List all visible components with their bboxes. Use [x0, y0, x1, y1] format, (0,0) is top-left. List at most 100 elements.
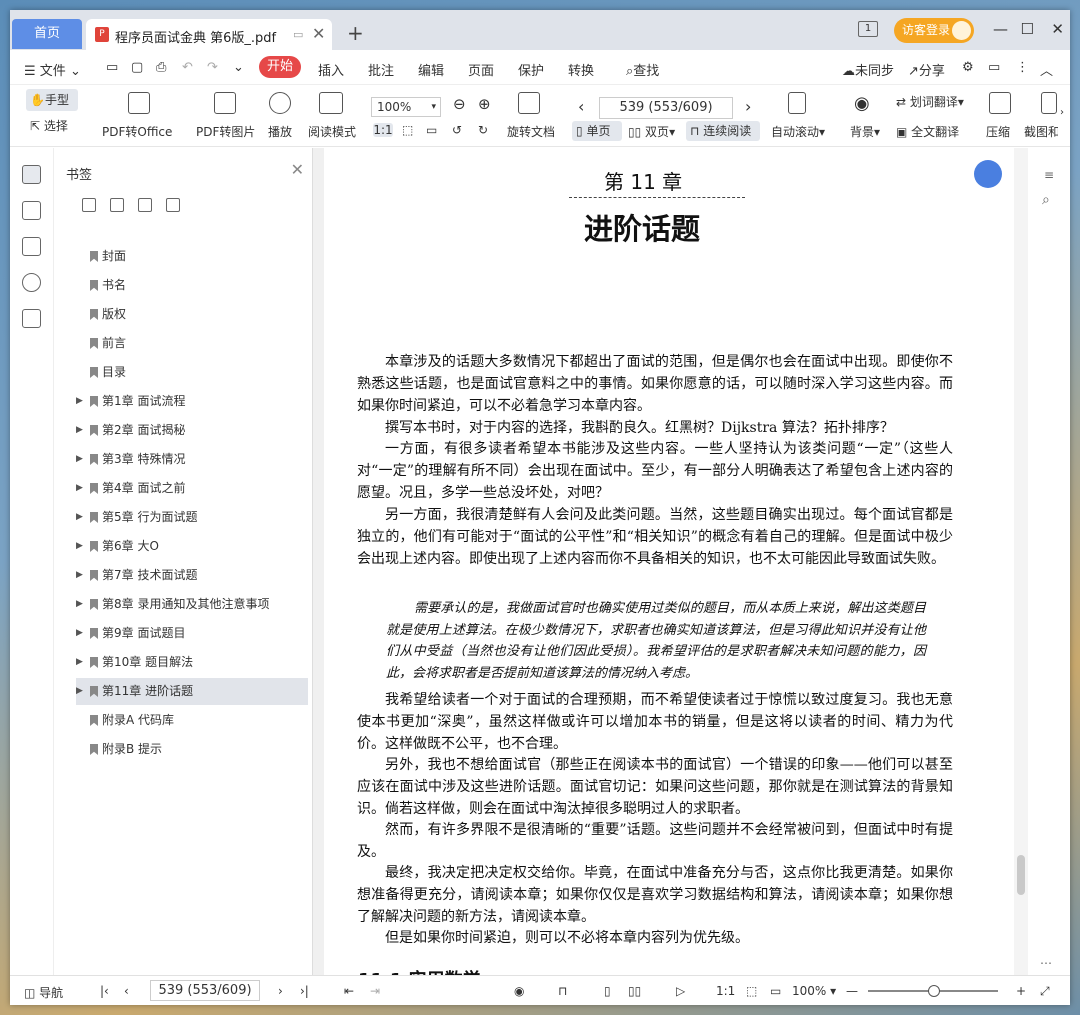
expand-arrow-icon[interactable]: ▶	[76, 620, 83, 647]
expand-arrow-icon[interactable]: ▶	[76, 562, 83, 589]
tab-start[interactable]: 开始	[259, 56, 301, 78]
zoom-slider-knob[interactable]	[928, 985, 940, 997]
float-tool-button[interactable]	[974, 160, 1002, 188]
expand-arrow-icon[interactable]: ▶	[76, 446, 83, 473]
tab-edit[interactable]: 编辑	[418, 60, 444, 79]
more-options-icon[interactable]: ⋯	[1040, 956, 1052, 970]
tab-page[interactable]: 页面	[468, 60, 494, 79]
nav-toggle[interactable]: ◫ 导航	[24, 984, 63, 1001]
bookmark-item[interactable]: 书名	[76, 272, 308, 299]
fit-page-status-icon[interactable]: ⬚	[746, 984, 757, 998]
expand-arrow-icon[interactable]: ▶	[76, 417, 83, 444]
next-page-icon[interactable]: ›	[745, 97, 751, 116]
scroll-ribbon-right-icon[interactable]: ›	[1060, 107, 1064, 118]
open-icon[interactable]: ▭	[106, 60, 118, 75]
expand-arrow-icon[interactable]: ▶	[76, 678, 83, 705]
first-page-icon[interactable]: |‹	[100, 984, 109, 998]
login-button[interactable]: 访客登录	[894, 18, 974, 43]
menu-lines-icon[interactable]: ≡	[1044, 168, 1054, 182]
bookmark-item[interactable]: ▶ 第3章 特殊情况	[76, 446, 308, 473]
bookmark-item[interactable]: 附录B 提示	[76, 736, 308, 763]
rotate-left-icon[interactable]: ↺	[452, 123, 462, 137]
bookmark-item[interactable]: ▶ 第6章 大O	[76, 533, 308, 560]
rotate-right-icon[interactable]: ↻	[478, 123, 488, 137]
settings-icon[interactable]: ⚙	[962, 60, 974, 75]
tab-annotate[interactable]: 批注	[368, 60, 394, 79]
prev-page-icon[interactable]: ‹	[578, 97, 584, 116]
hand-tool-button[interactable]: ✋手型	[26, 89, 78, 111]
panel-splitter[interactable]	[312, 148, 324, 975]
compress-button[interactable]: 压缩	[986, 123, 1010, 140]
bookmark-settings-icon[interactable]	[166, 198, 180, 212]
forward-icon[interactable]: ⇥	[370, 984, 380, 998]
bookmark-item[interactable]: 版权	[76, 301, 308, 328]
background-button[interactable]: 背景▾	[850, 123, 880, 140]
bookmark-item[interactable]: ▶ 第8章 录用通知及其他注意事项	[76, 591, 308, 618]
tab-document[interactable]: P 程序员面试金典 第6版_.pdf ▭ ✕	[86, 19, 332, 50]
fit-width-status-icon[interactable]: ▭	[770, 984, 781, 998]
more-icon[interactable]: ⋮	[1016, 60, 1029, 75]
play-button[interactable]: 播放	[268, 123, 292, 140]
play-status-icon[interactable]: ▷	[676, 984, 685, 998]
new-tab-button[interactable]: +	[347, 21, 364, 45]
thumbnail-panel-icon[interactable]	[22, 201, 41, 220]
search-doc-icon[interactable]: ⌕	[1042, 192, 1050, 208]
bookmark-item[interactable]: 附录A 代码库	[76, 707, 308, 734]
window-count-badge[interactable]: 1	[858, 21, 878, 37]
maximize-icon[interactable]: ☐	[1021, 20, 1034, 38]
tab-home[interactable]: 首页	[12, 19, 82, 49]
bookmark-item[interactable]: ▶ 第1章 面试流程	[76, 388, 308, 415]
bookmark-item[interactable]: 前言	[76, 330, 308, 357]
auto-scroll-button[interactable]: 自动滚动▾	[771, 123, 825, 140]
tab-insert[interactable]: 插入	[318, 60, 344, 79]
attachment-panel-icon[interactable]	[22, 273, 41, 292]
bookmark-item[interactable]: 目录	[76, 359, 308, 386]
undo-icon[interactable]: ↶	[182, 60, 193, 75]
actual-size-icon[interactable]: 1:1	[373, 123, 393, 137]
select-tool-button[interactable]: ⇱ 选择	[30, 117, 68, 134]
zoom-in-status-icon[interactable]: +	[1016, 984, 1026, 998]
pin-icon[interactable]: ▭	[293, 28, 303, 41]
close-window-icon[interactable]: ✕	[1051, 20, 1064, 38]
back-icon[interactable]: ⇤	[344, 984, 354, 998]
zoom-out-status-icon[interactable]: —	[846, 984, 858, 998]
word-translate-button[interactable]: ⇄ 划词翻译▾	[896, 93, 964, 110]
bookmark-item[interactable]: ▶ 第10章 题目解法	[76, 649, 308, 676]
last-page-icon[interactable]: ›|	[300, 984, 309, 998]
expand-arrow-icon[interactable]: ▶	[76, 533, 83, 560]
bookmark-item[interactable]: ▶ 第7章 技术面试题	[76, 562, 308, 589]
document-view[interactable]: 第 11 章 进阶话题 本章涉及的话题大多数情况下都超出了面试的范围，但是偶尔也…	[324, 148, 1014, 975]
page-number-input[interactable]: 539 (553/609)	[599, 97, 733, 119]
file-menu[interactable]: ☰ 文件 ⌄	[24, 60, 81, 79]
fit-page-icon[interactable]: ⬚	[402, 123, 413, 137]
expand-arrow-icon[interactable]: ▶	[76, 504, 83, 531]
prev-page-status-icon[interactable]: ‹	[124, 984, 129, 998]
continuous-status-icon[interactable]: ⊓	[558, 984, 567, 998]
vertical-scrollbar[interactable]	[1014, 148, 1028, 975]
double-page-status-icon[interactable]: ▯▯	[628, 984, 641, 998]
tab-protect[interactable]: 保护	[518, 60, 544, 79]
bookmark-panel-icon[interactable]	[22, 165, 41, 184]
expand-bookmark-icon[interactable]	[138, 198, 152, 212]
redo-icon[interactable]: ↷	[207, 60, 218, 75]
bookmark-item[interactable]: ▶ 第4章 面试之前	[76, 475, 308, 502]
collapse-ribbon-icon[interactable]: ︿	[1040, 60, 1053, 79]
single-page-status-icon[interactable]: ▯	[604, 984, 611, 998]
pdf-to-office-button[interactable]: PDF转Office	[102, 123, 172, 140]
add-child-bookmark-icon[interactable]	[110, 198, 124, 212]
zoom-status-select[interactable]: 100% ▾	[792, 984, 836, 998]
bookmark-item[interactable]: ▶ 第5章 行为面试题	[76, 504, 308, 531]
expand-arrow-icon[interactable]: ▶	[76, 388, 83, 415]
double-page-button[interactable]: ▯▯ 双页▾	[628, 123, 675, 140]
rotate-doc-button[interactable]: 旋转文档	[507, 123, 555, 140]
eye-protect-icon[interactable]: ◉	[514, 984, 524, 998]
next-page-status-icon[interactable]: ›	[278, 984, 283, 998]
bookmark-item[interactable]: 封面	[76, 243, 308, 270]
screenshot-button[interactable]: 截图和	[1024, 123, 1058, 140]
status-page-input[interactable]: 539 (553/609)	[150, 980, 260, 1001]
signature-panel-icon[interactable]	[22, 309, 41, 328]
continuous-read-button[interactable]: ⊓ 连续阅读	[686, 121, 760, 141]
add-bookmark-icon[interactable]	[82, 198, 96, 212]
expand-arrow-icon[interactable]: ▶	[76, 475, 83, 502]
bookmark-item[interactable]: ▶ 第11章 进阶话题	[76, 678, 308, 705]
